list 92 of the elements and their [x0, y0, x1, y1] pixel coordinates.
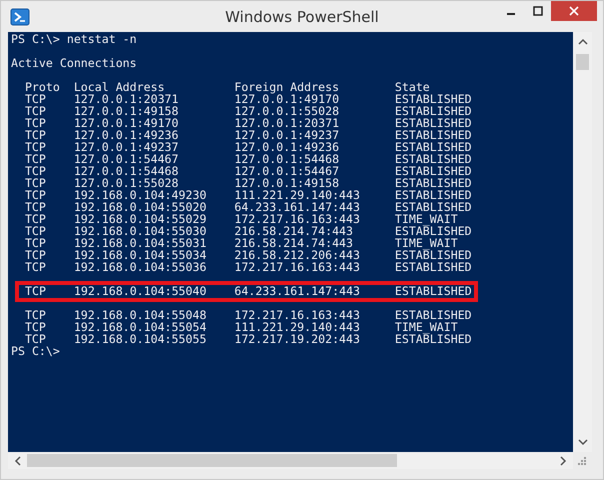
table-cell-text: 127.0.0.1:54467 [74, 153, 180, 165]
table-cell: ESTABLISHED [394, 333, 472, 345]
table-cell-text: 127.0.0.1:55028 [74, 177, 180, 189]
table-cell: TIME_WAIT [394, 213, 458, 225]
table-cell-text: 127.0.0.1:20371 [234, 117, 340, 129]
table-cell: TIME_WAIT [394, 321, 458, 333]
close-icon [569, 6, 579, 16]
scroll-thumb[interactable] [27, 454, 397, 467]
maximize-icon [532, 6, 542, 16]
table-cell-text: TCP [24, 201, 47, 213]
table-cell-text: 192.168.0.104:55030 [74, 225, 208, 237]
table-cell: ESTABLISHED [394, 201, 472, 213]
column-header: Foreign Address [234, 81, 340, 93]
table-cell-text: 64.233.161.147:443 [234, 285, 362, 298]
table-cell-text: TCP [24, 321, 47, 333]
table-cell: ESTABLISHED [394, 153, 472, 165]
table-cell: ESTABLISHED [394, 189, 472, 201]
table-cell-text: TCP [24, 93, 47, 105]
table-cell-text: 172.217.16.163:443 [234, 309, 361, 321]
table-cell-text: 127.0.0.1:49237 [234, 129, 340, 141]
table-cell-text: 127.0.0.1:54468 [234, 153, 340, 165]
table-cell-text: 127.0.0.1:49170 [234, 93, 340, 105]
table-cell-text: 192.168.0.104:49230 [74, 189, 208, 201]
column-header: Local Address [74, 81, 166, 93]
table-cell-text: 127.0.0.1:20371 [74, 93, 180, 105]
table-cell-text: 127.0.0.1:49170 [74, 117, 180, 129]
table-cell: ESTABLISHED [394, 285, 472, 298]
table-cell-text: 172.217.19.202:443 [234, 333, 361, 345]
table-cell-text: TCP [24, 165, 47, 177]
table-cell-text: 127.0.0.1:54468 [74, 165, 180, 177]
table-cell-text: 111.221.29.140:443 [234, 189, 361, 201]
table-cell-text: 192.168.0.104:55020 [74, 201, 208, 213]
table-cell-text: 192.168.0.104:55034 [74, 249, 208, 261]
table-cell-text: TCP [24, 153, 47, 165]
table-cell-text: TCP [24, 213, 47, 225]
table-cell-text: TCP [24, 105, 47, 117]
table-cell-text: 127.0.0.1:49236 [74, 129, 180, 141]
table-cell: ESTABLISHED [394, 165, 472, 177]
table-cell-text: 192.168.0.104:55048 [74, 309, 208, 321]
table-cell-text: 64.233.161.147:443 [234, 201, 361, 213]
table-cell-text: 127.0.0.1:49158 [234, 177, 340, 189]
table-cell: ESTABLISHED [394, 261, 472, 273]
table-cell-text: 127.0.0.1:49158 [74, 105, 180, 117]
table-cell-text: 216.58.214.74:443 [234, 237, 354, 249]
table-cell-text: 111.221.29.140:443 [234, 321, 361, 333]
column-header: State [394, 81, 430, 93]
table-cell: TIME_WAIT [394, 237, 458, 249]
table-cell-text: TCP [24, 249, 47, 261]
table-cell-text: TCP [24, 117, 47, 129]
table-cell-text: TCP [24, 237, 47, 249]
table-cell: ESTABLISHED [394, 117, 472, 129]
table-cell-text: 127.0.0.1:55028 [234, 105, 340, 117]
table-cell-text: 192.168.0.104:55040 [74, 285, 208, 298]
table-cell: ESTABLISHED [394, 141, 472, 153]
table-cell-text: TCP [24, 309, 47, 321]
output-heading: Active Connections [11, 57, 137, 69]
table-cell-text: 192.168.0.104:55029 [74, 213, 208, 225]
table-cell-text: 192.168.0.104:55031 [74, 237, 208, 249]
table-cell: ESTABLISHED [394, 93, 472, 105]
table-cell-text: TCP [24, 261, 47, 273]
minimize-icon [506, 13, 516, 15]
close-button[interactable] [551, 1, 597, 21]
scroll-thumb[interactable] [576, 54, 589, 70]
window-title: Windows PowerShell [225, 8, 379, 26]
table-cell: ESTABLISHED [394, 105, 472, 117]
table-cell-text: TCP [25, 285, 47, 298]
table-cell: ESTABLISHED [394, 177, 472, 189]
table-cell-text: TCP [24, 129, 47, 141]
table-cell-text: 172.217.16.163:443 [234, 213, 361, 225]
table-cell-text: 216.58.212.206:443 [234, 249, 361, 261]
table-cell-text: 127.0.0.1:49237 [74, 141, 180, 153]
table-cell-text: 192.168.0.104:55036 [74, 261, 208, 273]
command-prompt: PS C:\> [11, 345, 60, 357]
table-cell-text: 127.0.0.1:49236 [234, 141, 340, 153]
table-cell: ESTABLISHED [394, 249, 472, 261]
table-cell: ESTABLISHED [394, 309, 472, 321]
table-cell: ESTABLISHED [394, 225, 472, 237]
table-cell-text: 192.168.0.104:55055 [74, 333, 208, 345]
command-line: PS C:\> netstat -n [11, 33, 137, 45]
table-cell-text: 172.217.16.163:443 [234, 261, 361, 273]
column-header: Proto [24, 81, 61, 93]
table-cell: ESTABLISHED [394, 129, 472, 141]
resize-grip-icon[interactable] [577, 456, 587, 466]
table-cell-text: 216.58.214.74:443 [234, 225, 354, 237]
table-cell-text: TCP [24, 189, 47, 201]
table-cell-text: 192.168.0.104:55054 [74, 321, 208, 333]
table-cell-text: TCP [24, 141, 47, 153]
terminal-icon [10, 8, 30, 26]
table-cell-text: TCP [24, 225, 47, 237]
table-cell-text: TCP [24, 177, 47, 189]
table-cell-text: 127.0.0.1:54467 [234, 165, 340, 177]
table-cell-text: TCP [24, 333, 47, 345]
